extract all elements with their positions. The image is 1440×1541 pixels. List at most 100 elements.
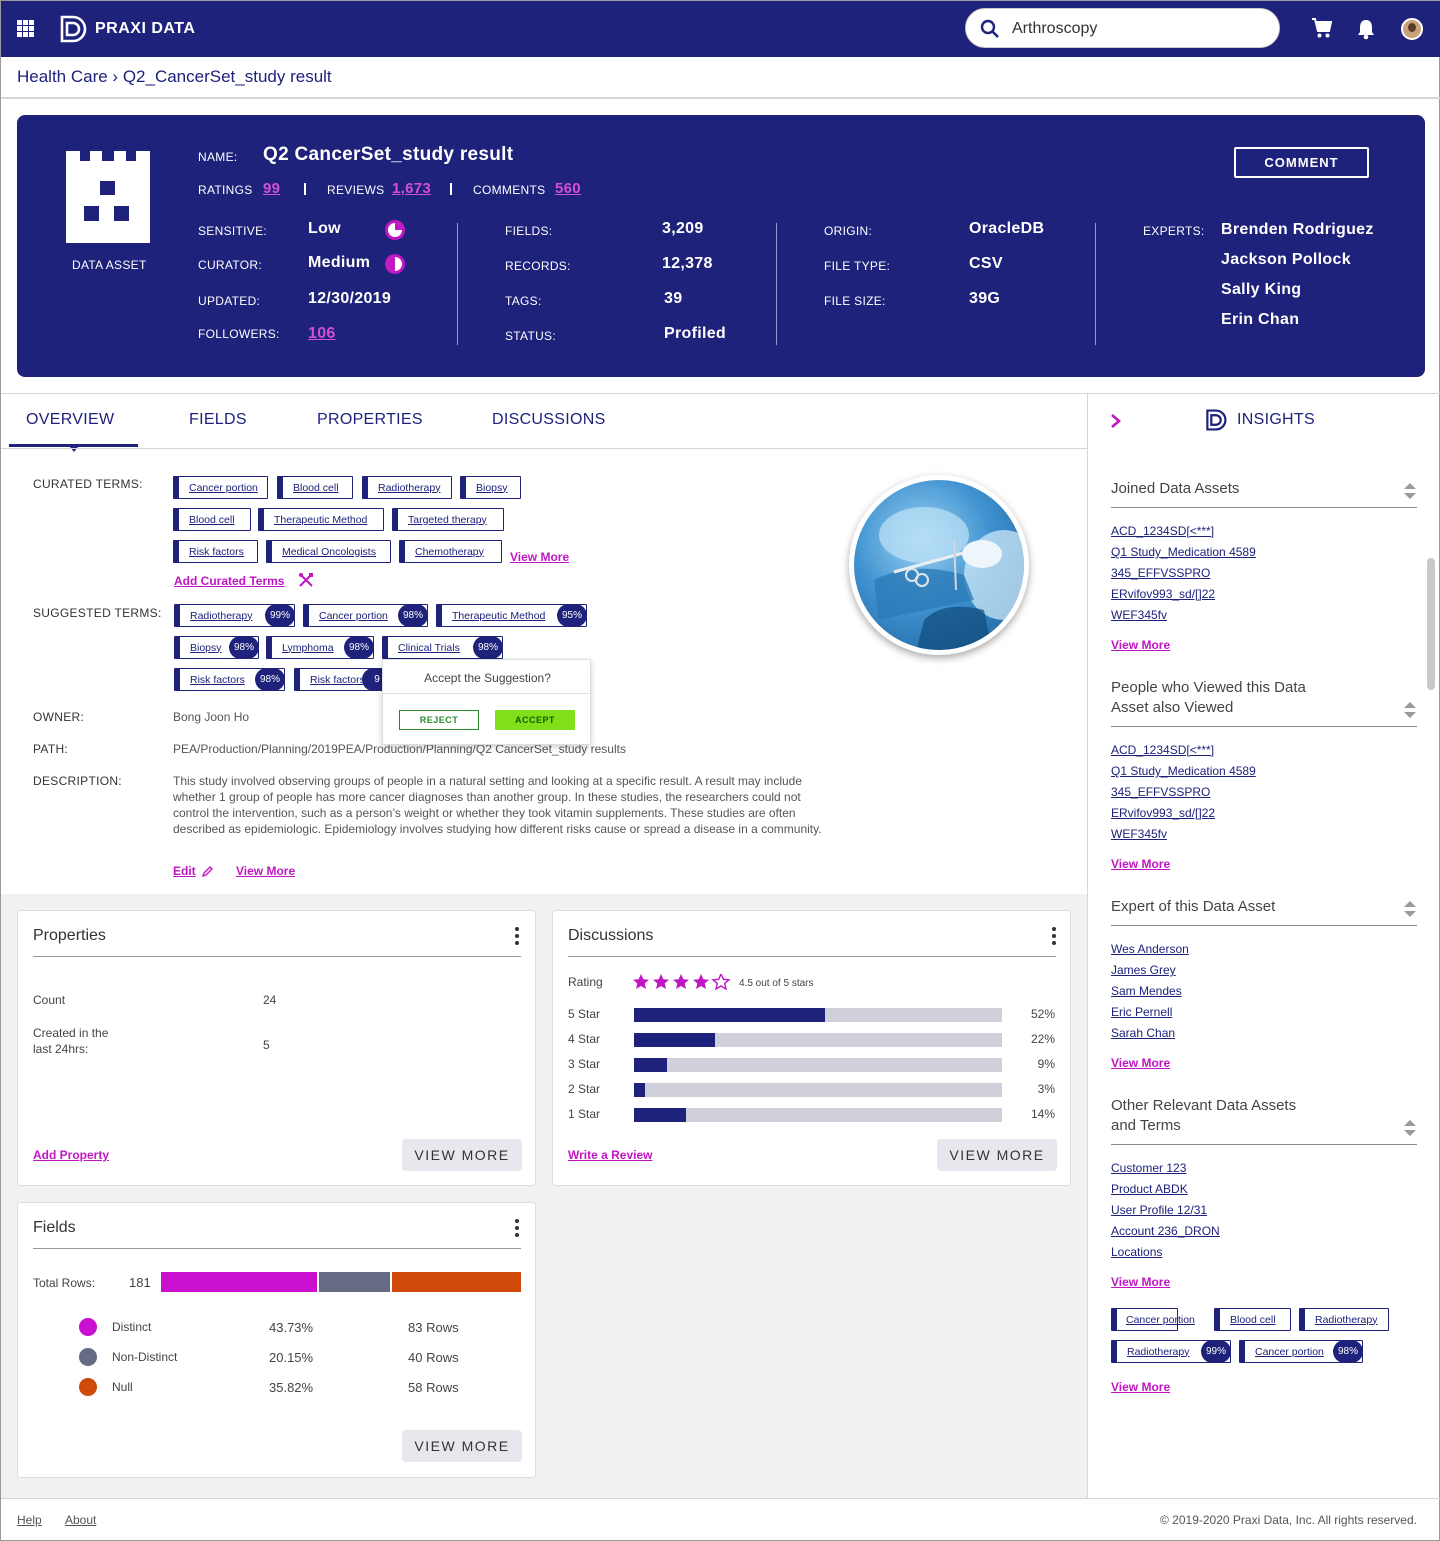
- divider: [1087, 394, 1088, 1499]
- add-curated-terms-link[interactable]: Add Curated Terms: [174, 574, 284, 588]
- sort-icon[interactable]: [1403, 701, 1417, 719]
- write-review-link[interactable]: Write a Review: [568, 1148, 652, 1162]
- reject-button[interactable]: REJECT: [399, 710, 479, 730]
- insights-link[interactable]: James Grey: [1111, 963, 1176, 977]
- more-options-icon[interactable]: [515, 1219, 519, 1240]
- suggested-term-chip[interactable]: Lymphoma 98%: [266, 636, 374, 659]
- insights-scrollbar[interactable]: [1427, 558, 1435, 690]
- pencil-icon[interactable]: [202, 866, 213, 877]
- insights-link[interactable]: User Profile 12/31: [1111, 1203, 1207, 1217]
- rating-bar-fill: [634, 1058, 668, 1072]
- relevant-term-chip[interactable]: Cancer portion: [1111, 1308, 1195, 1331]
- followers-link[interactable]: 106: [308, 325, 336, 343]
- breadcrumb[interactable]: Health Care › Q2_CancerSet_study result: [17, 67, 332, 87]
- suggested-term-chip[interactable]: Radiotherapy 99%: [1111, 1340, 1231, 1363]
- properties-view-more-button[interactable]: VIEW MORE: [402, 1139, 522, 1171]
- tab-discussions[interactable]: DISCUSSIONS: [492, 411, 606, 429]
- insights-link[interactable]: ERvifov993_sd/[]22: [1111, 806, 1215, 820]
- tab-properties[interactable]: PROPERTIES: [317, 411, 423, 429]
- description-view-more-link[interactable]: View More: [236, 864, 295, 878]
- search-input[interactable]: [1012, 17, 1262, 41]
- insights-link[interactable]: Wes Anderson: [1111, 942, 1189, 956]
- sort-icon[interactable]: [1403, 482, 1417, 500]
- curated-term-chip[interactable]: Risk factors: [173, 540, 258, 563]
- insights-view-more-link[interactable]: View More: [1111, 1056, 1170, 1070]
- fields-label: FIELDS:: [505, 224, 553, 238]
- insights-link[interactable]: Locations: [1111, 1245, 1162, 1259]
- suggested-term-chip[interactable]: Clinical Trials 98%: [382, 636, 503, 659]
- legend-name: Non-Distinct: [112, 1350, 178, 1364]
- expert-name[interactable]: Jackson Pollock: [1221, 251, 1351, 269]
- insights-link[interactable]: 345_EFFVSSPRO: [1111, 785, 1210, 799]
- relevant-term-chip[interactable]: Blood cell: [1214, 1308, 1291, 1331]
- help-link[interactable]: Help: [17, 1513, 42, 1527]
- suggested-term-chip[interactable]: Radiotherapy 99%: [174, 604, 295, 627]
- insights-link[interactable]: Sam Mendes: [1111, 984, 1182, 998]
- about-link[interactable]: About: [65, 1513, 96, 1527]
- expert-name[interactable]: Sally King: [1221, 281, 1301, 299]
- insights-link[interactable]: Eric Pernell: [1111, 1005, 1172, 1019]
- curated-term-chip[interactable]: Cancer portion: [173, 476, 268, 499]
- suggested-term-chip[interactable]: Cancer portion 98%: [303, 604, 428, 627]
- more-options-icon[interactable]: [1052, 927, 1056, 948]
- suggested-term-chip[interactable]: Risk factors 9: [294, 668, 392, 691]
- curated-term-chip[interactable]: Biopsy: [460, 476, 521, 499]
- curated-term-chip[interactable]: Blood cell: [277, 476, 353, 499]
- insights-link[interactable]: Q1 Study_Medication 4589: [1111, 764, 1256, 778]
- suggested-term-chip[interactable]: Cancer portion 98%: [1239, 1340, 1363, 1363]
- expert-name[interactable]: Brenden Rodriguez: [1221, 221, 1374, 239]
- reviews-link[interactable]: 1,673: [392, 180, 431, 197]
- insights-link[interactable]: WEF345fv: [1111, 827, 1167, 841]
- praxi-logo-icon[interactable]: [59, 15, 87, 43]
- insights-view-more-link[interactable]: View More: [1111, 638, 1170, 652]
- fields-view-more-button[interactable]: VIEW MORE: [402, 1430, 522, 1462]
- sort-icon[interactable]: [1403, 1119, 1417, 1137]
- brand-name[interactable]: PRAXI DATA: [95, 20, 195, 38]
- search-bar[interactable]: [965, 8, 1280, 48]
- insights-link[interactable]: WEF345fv: [1111, 608, 1167, 622]
- curated-term-chip[interactable]: Medical Oncologists: [266, 540, 391, 563]
- accept-button[interactable]: ACCEPT: [495, 710, 575, 730]
- curated-term-chip[interactable]: Therapeutic Method: [258, 508, 384, 531]
- insights-link[interactable]: 345_EFFVSSPRO: [1111, 566, 1210, 580]
- divider: [1, 1498, 1440, 1499]
- add-property-link[interactable]: Add Property: [33, 1148, 109, 1162]
- relevant-term-chip[interactable]: Radiotherapy: [1299, 1308, 1389, 1331]
- insights-link[interactable]: ERvifov993_sd/[]22: [1111, 587, 1215, 601]
- tab-overview[interactable]: OVERVIEW: [26, 411, 114, 429]
- user-avatar[interactable]: [1401, 18, 1423, 40]
- ratings-link[interactable]: 99: [263, 180, 280, 197]
- cart-icon[interactable]: [1311, 17, 1333, 39]
- curated-term-chip[interactable]: Radiotherapy: [362, 476, 452, 499]
- insights-view-more-link[interactable]: View More: [1111, 857, 1170, 871]
- insights-link[interactable]: ACD_1234SD[<***]: [1111, 524, 1214, 538]
- more-options-icon[interactable]: [515, 927, 519, 948]
- insights-link[interactable]: Q1 Study_Medication 4589: [1111, 545, 1256, 559]
- suggested-term-chip[interactable]: Biopsy 98%: [174, 636, 259, 659]
- insights-terms-view-more-link[interactable]: View More: [1111, 1380, 1170, 1394]
- comment-button[interactable]: COMMENT: [1234, 147, 1369, 178]
- chevron-right-icon[interactable]: [1110, 413, 1122, 429]
- suggested-term-chip[interactable]: Therapeutic Method 95%: [436, 604, 587, 627]
- curated-term-chip[interactable]: Blood cell: [173, 508, 251, 531]
- insights-link[interactable]: ACD_1234SD[<***]: [1111, 743, 1214, 757]
- curated-term-chip[interactable]: Chemotherapy: [399, 540, 502, 563]
- curated-term-chip[interactable]: Targeted therapy: [392, 508, 504, 531]
- sort-icon[interactable]: [1403, 900, 1417, 918]
- bell-icon[interactable]: [1356, 18, 1376, 40]
- app-grid-icon[interactable]: [17, 20, 34, 37]
- insights-link[interactable]: Account 236_DRON: [1111, 1224, 1220, 1238]
- curated-view-more-link[interactable]: View More: [510, 550, 569, 564]
- suggested-term-chip[interactable]: Risk factors 98%: [174, 668, 285, 691]
- discussions-view-more-button[interactable]: VIEW MORE: [937, 1139, 1057, 1171]
- expert-name[interactable]: Erin Chan: [1221, 311, 1299, 329]
- insights-link[interactable]: Product ABDK: [1111, 1182, 1188, 1196]
- insights-view-more-link[interactable]: View More: [1111, 1275, 1170, 1289]
- comments-link[interactable]: 560: [555, 180, 581, 197]
- insights-link[interactable]: Customer 123: [1111, 1161, 1186, 1175]
- edit-link[interactable]: Edit: [173, 864, 196, 878]
- confidence-badge: 98%: [1333, 1340, 1363, 1363]
- tools-icon[interactable]: [298, 573, 314, 587]
- insights-link[interactable]: Sarah Chan: [1111, 1026, 1175, 1040]
- tab-fields[interactable]: FIELDS: [189, 411, 247, 429]
